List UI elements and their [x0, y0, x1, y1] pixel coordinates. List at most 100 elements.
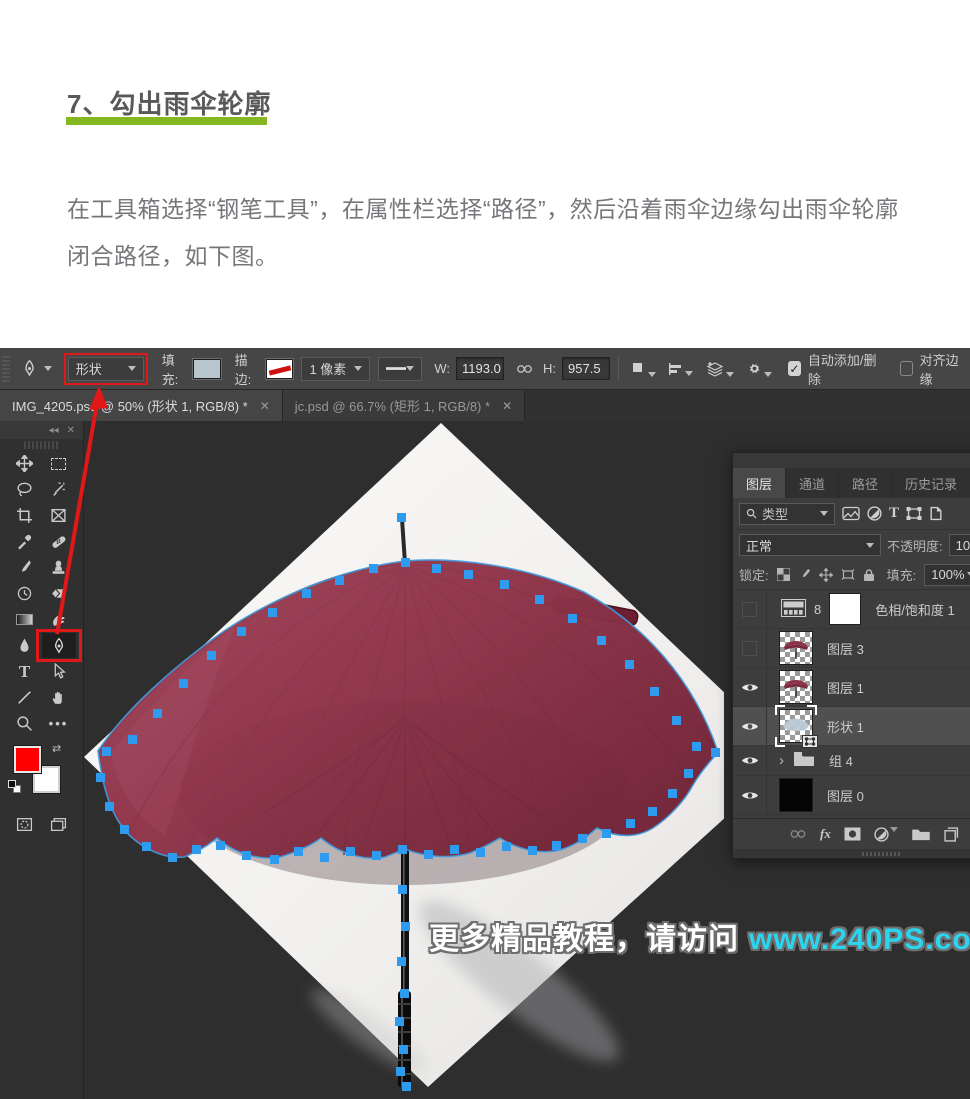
filter-adjustment-icon[interactable]: [867, 506, 882, 521]
lock-artboard-icon[interactable]: [841, 568, 855, 581]
crop-tool[interactable]: [8, 503, 42, 528]
document-canvas[interactable]: [84, 421, 724, 1099]
shape-width-input[interactable]: 1193.0: [456, 357, 504, 380]
swap-colors-icon[interactable]: ⇄: [52, 742, 61, 755]
new-adjustment-icon[interactable]: [874, 827, 898, 842]
pen-preset-chevron[interactable]: [44, 366, 52, 371]
brush-tool[interactable]: [8, 555, 42, 580]
path-arrangement-icon[interactable]: [705, 361, 734, 377]
history-brush-tool[interactable]: [8, 581, 42, 606]
close-tab-icon[interactable]: ✕: [260, 399, 270, 413]
layer-row-layer0[interactable]: 图层 0: [733, 776, 970, 815]
link-layers-icon[interactable]: [789, 828, 807, 840]
eyedropper-tool[interactable]: [8, 529, 42, 554]
filter-kind-dropdown[interactable]: 类型: [739, 503, 835, 525]
layer-row-layer1[interactable]: 图层 1: [733, 668, 970, 707]
type-tool[interactable]: T: [8, 659, 42, 684]
layer-thumb[interactable]: [779, 778, 813, 812]
visibility-toggle[interactable]: [733, 668, 767, 706]
screen-mode-icon[interactable]: [42, 812, 76, 837]
filter-pixel-icon[interactable]: [842, 506, 860, 521]
options-bar-grip[interactable]: [2, 356, 10, 382]
visibility-toggle[interactable]: [733, 776, 767, 814]
lock-pixels-icon[interactable]: [798, 568, 811, 581]
gear-icon[interactable]: [746, 360, 772, 377]
close-tab-icon[interactable]: ✕: [502, 399, 512, 413]
tab-layers[interactable]: 图层: [733, 468, 786, 498]
eraser-tool[interactable]: [42, 581, 76, 606]
visibility-toggle[interactable]: [733, 746, 767, 775]
layer-row-group4[interactable]: › 组 4: [733, 746, 970, 776]
tab-channels[interactable]: 通道: [786, 468, 839, 498]
layer-thumb[interactable]: [779, 670, 813, 704]
tab-history[interactable]: 历史记录: [892, 468, 970, 498]
pen-tool[interactable]: [42, 633, 76, 658]
healing-brush-tool[interactable]: [42, 529, 76, 554]
tab-paths[interactable]: 路径: [839, 468, 892, 498]
layer-row-layer3[interactable]: 图层 3: [733, 629, 970, 668]
layer-style-icon[interactable]: fx: [820, 826, 831, 842]
toolbar-collapse-icon[interactable]: ◂◂: [49, 425, 59, 436]
edit-toolbar-icon[interactable]: •••: [42, 711, 76, 736]
line-tool[interactable]: [8, 685, 42, 710]
layer-name[interactable]: 色相/饱和度 1: [875, 600, 954, 619]
clone-stamp-tool[interactable]: [42, 555, 76, 580]
layer-thumb[interactable]: [779, 631, 813, 665]
foreground-color-swatch[interactable]: [14, 746, 41, 773]
slice-tool[interactable]: [42, 503, 76, 528]
link-dimensions-icon[interactable]: [516, 363, 533, 375]
toolbar-close-icon[interactable]: ✕: [67, 425, 75, 436]
marquee-tool[interactable]: [42, 451, 76, 476]
layer-row-shape1[interactable]: 形状 1: [733, 707, 970, 746]
group-expand-chevron[interactable]: ›: [779, 752, 784, 769]
magic-wand-tool[interactable]: [42, 477, 76, 502]
visibility-toggle[interactable]: [733, 590, 767, 628]
filter-smart-object-icon[interactable]: [929, 506, 943, 521]
tool-mode-dropdown[interactable]: 形状: [68, 357, 144, 381]
path-alignment-icon[interactable]: [668, 362, 693, 376]
quick-mask-icon[interactable]: [8, 812, 42, 837]
auto-add-delete-checkbox[interactable]: ✓: [788, 361, 801, 376]
move-tool[interactable]: [8, 451, 42, 476]
new-layer-icon[interactable]: [944, 827, 959, 842]
blend-mode-dropdown[interactable]: 正常: [739, 534, 881, 556]
stroke-type-dropdown[interactable]: [378, 357, 422, 381]
zoom-tool[interactable]: [8, 711, 42, 736]
layer-name[interactable]: 形状 1: [827, 717, 864, 736]
visibility-toggle[interactable]: [733, 629, 767, 667]
shape-height-input[interactable]: 957.5: [562, 357, 610, 380]
lock-position-icon[interactable]: [819, 568, 833, 582]
filter-type-icon[interactable]: T: [889, 505, 899, 522]
hand-tool[interactable]: [42, 685, 76, 710]
doc-tab-jc[interactable]: jc.psd @ 66.7% (矩形 1, RGB/8) * ✕: [283, 390, 525, 421]
pen-tool-icon[interactable]: [20, 359, 39, 378]
add-mask-icon[interactable]: [844, 827, 861, 841]
layer-row-huesat[interactable]: 8 色相/饱和度 1: [733, 590, 970, 629]
lock-transparency-icon[interactable]: [777, 568, 790, 581]
filter-shape-icon[interactable]: [906, 506, 922, 521]
panel-resize-grip[interactable]: [733, 849, 970, 858]
layer-name[interactable]: 组 4: [829, 751, 853, 770]
layer-name[interactable]: 图层 3: [827, 639, 864, 658]
path-operations-icon[interactable]: [631, 361, 656, 377]
stroke-width-dropdown[interactable]: 1 像素: [301, 357, 370, 381]
opacity-input[interactable]: 100%: [949, 534, 970, 556]
doc-tab-img4205[interactable]: IMG_4205.psd @ 50% (形状 1, RGB/8) * ✕: [0, 390, 283, 421]
new-group-icon[interactable]: [911, 827, 931, 841]
default-colors-icon[interactable]: [8, 780, 21, 793]
layer-mask-thumb[interactable]: [829, 593, 861, 625]
lock-all-icon[interactable]: [863, 568, 875, 582]
fill-swatch[interactable]: [193, 359, 221, 379]
layer-name[interactable]: 图层 1: [827, 678, 864, 697]
visibility-toggle[interactable]: [733, 707, 767, 745]
shape-layer-thumb[interactable]: [779, 709, 813, 743]
stroke-swatch[interactable]: [266, 359, 294, 379]
tools-panel: ◂◂ ✕: [0, 421, 84, 1099]
align-edges-checkbox[interactable]: [900, 361, 913, 376]
layer-fill-input[interactable]: 100%: [924, 564, 970, 586]
lasso-tool[interactable]: [8, 477, 42, 502]
mask-link-icon[interactable]: 8: [814, 602, 821, 617]
path-selection-tool[interactable]: [42, 659, 76, 684]
layer-name[interactable]: 图层 0: [827, 786, 864, 805]
toolbar-grip[interactable]: [24, 441, 59, 449]
